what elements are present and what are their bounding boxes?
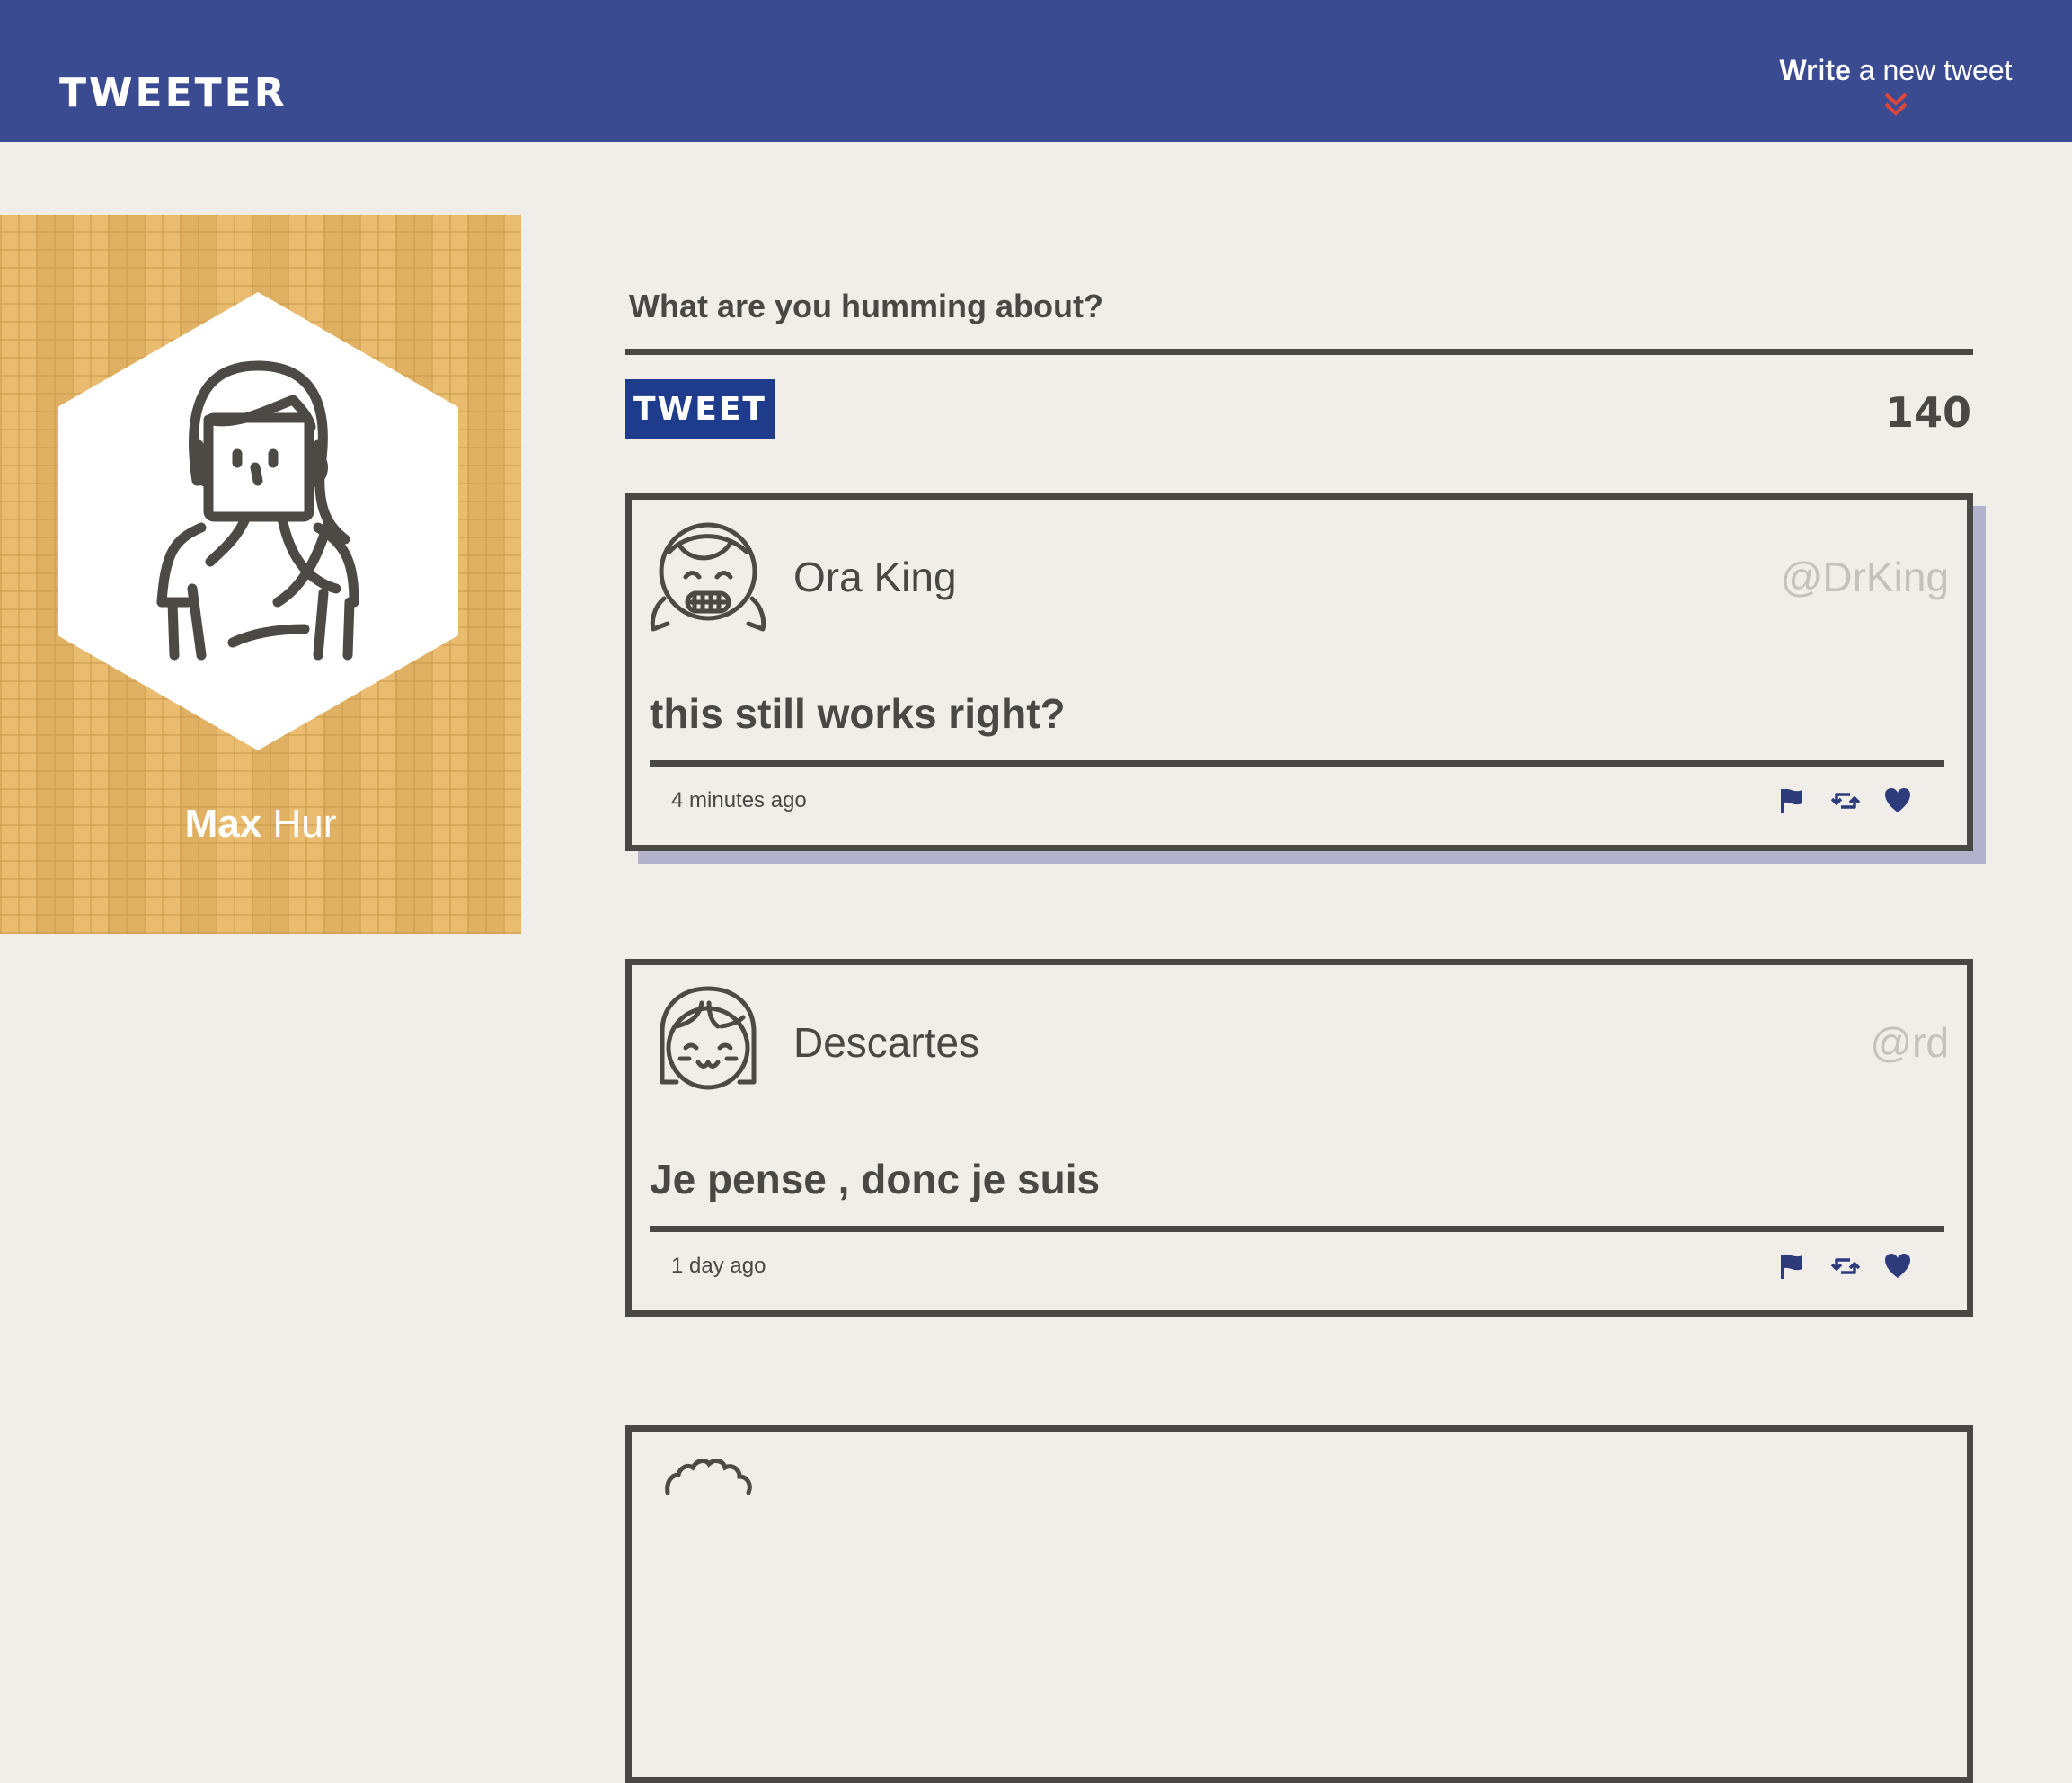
retweet-icon[interactable] (1830, 785, 1861, 816)
tweet-divider (650, 1226, 1944, 1232)
tweet-author-handle[interactable]: @rd (1870, 1017, 1949, 1068)
smiling-girl-avatar-icon (650, 522, 766, 632)
write-new-tweet-rest: a new tweet (1850, 54, 2013, 86)
character-counter: 140 (1884, 388, 1971, 437)
tweet-card[interactable] (625, 1425, 1973, 1783)
profile-first-name: Max (184, 802, 262, 846)
happy-bob-hair-avatar-icon (660, 986, 757, 1090)
tweet-text-input[interactable] (625, 327, 1973, 355)
tweet-card[interactable]: Ora King @DrKing this still works right?… (625, 493, 1973, 851)
profile-last-name: Hur (261, 802, 337, 846)
tweet-author-name[interactable]: Descartes (793, 1017, 979, 1068)
tweet-text: Je pense , donc je suis (650, 1156, 1101, 1202)
flag-icon[interactable] (1777, 785, 1808, 816)
top-navbar: TWEETER Write a new tweet (0, 0, 2072, 142)
write-new-tweet-label: Write a new tweet (1779, 52, 2013, 88)
heart-icon[interactable] (1882, 785, 1913, 816)
heart-icon[interactable] (1882, 1251, 1913, 1282)
tweet-text: this still works right? (650, 690, 1066, 737)
tweet-timestamp: 4 minutes ago (671, 788, 807, 812)
profile-card: Max Hur (0, 215, 521, 934)
curly-hair-avatar-icon (665, 1459, 752, 1495)
compose-label: What are you humming about? (629, 288, 1103, 324)
flag-icon[interactable] (1777, 1251, 1808, 1282)
double-chevron-down-icon (1884, 93, 1908, 116)
write-new-tweet-strong: Write (1779, 54, 1851, 86)
tweet-author-handle[interactable]: @DrKing (1781, 552, 1949, 602)
tweet-author-name[interactable]: Ora King (793, 552, 957, 602)
tweet-card[interactable]: Descartes @rd Je pense , donc je suis 1 … (625, 959, 1973, 1317)
write-new-tweet-toggle[interactable]: Write a new tweet (1779, 52, 2013, 124)
tweet-timestamp: 1 day ago (671, 1254, 766, 1278)
tweet-actions (1759, 785, 1913, 816)
tweet-submit-button[interactable]: TWEET (625, 379, 775, 439)
app-logo[interactable]: TWEETER (59, 70, 288, 117)
retweet-icon[interactable] (1830, 1251, 1861, 1282)
user-avatar-icon (58, 292, 458, 750)
tweet-divider (650, 760, 1944, 767)
profile-name: Max Hur (0, 801, 521, 847)
tweet-actions (1759, 1251, 1913, 1282)
